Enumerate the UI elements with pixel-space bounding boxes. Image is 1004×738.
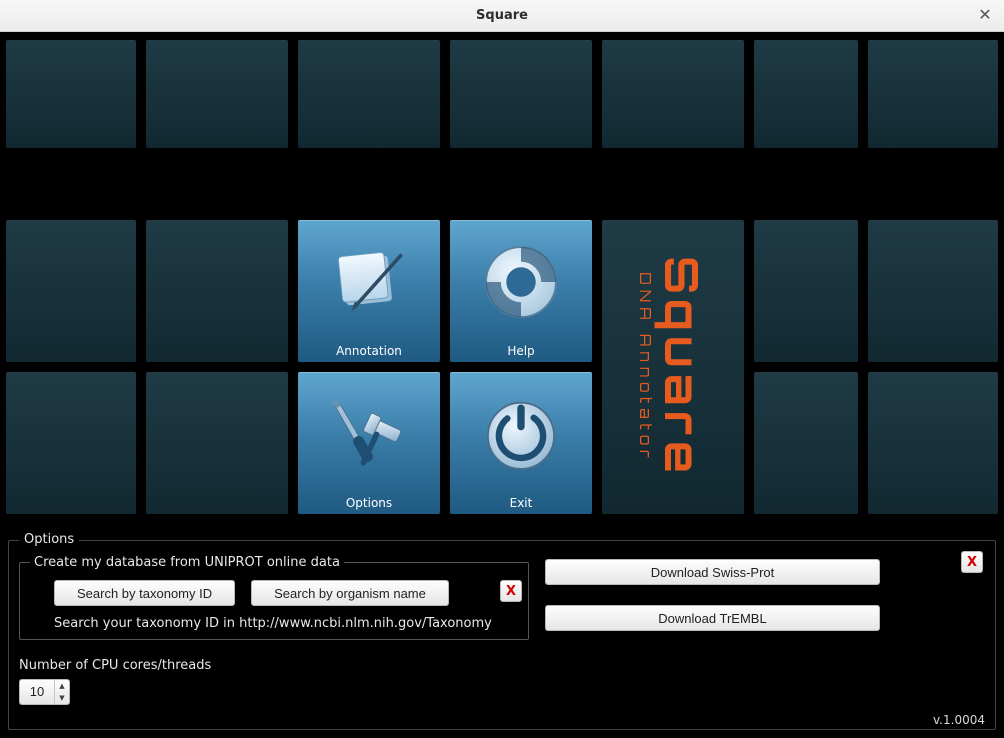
power-icon (475, 372, 567, 496)
main-content: Annotation Help (0, 32, 1004, 738)
lifebuoy-icon (475, 220, 567, 344)
tile (868, 220, 998, 362)
window-close-button[interactable]: ✕ (976, 7, 994, 25)
options-label: Options (346, 496, 392, 510)
search-taxonomy-button[interactable]: Search by taxonomy ID (54, 580, 235, 606)
download-column: Download Swiss-Prot Download TrEMBL (545, 559, 880, 651)
tile (6, 40, 136, 148)
tile (6, 372, 136, 514)
exit-button[interactable]: Exit (450, 372, 592, 514)
tile (868, 372, 998, 514)
tile (602, 40, 744, 148)
tile (754, 40, 858, 148)
tools-icon (323, 372, 415, 496)
threads-up-button[interactable]: ▲ (55, 680, 69, 692)
annotation-label: Annotation (336, 344, 402, 358)
exit-label: Exit (510, 496, 533, 510)
tile (6, 220, 136, 362)
logo-title: Square (653, 256, 711, 479)
threads-spinbox[interactable]: ▲ ▼ (19, 679, 70, 705)
tile (298, 40, 440, 148)
threads-down-button[interactable]: ▼ (55, 692, 69, 704)
help-label: Help (507, 344, 534, 358)
tile (146, 40, 288, 148)
download-swissprot-button[interactable]: Download Swiss-Prot (545, 559, 880, 585)
tile (450, 40, 592, 148)
tile-grid: Annotation Help (6, 40, 998, 514)
search-organism-button[interactable]: Search by organism name (251, 580, 449, 606)
threads-row: Number of CPU cores/threads ▲ ▼ (19, 658, 985, 705)
logo-tile: Square DNA Annotator (602, 220, 744, 514)
tile (754, 372, 858, 514)
options-legend: Options (19, 532, 79, 547)
tile (754, 220, 858, 362)
tile (868, 40, 998, 148)
threads-label: Number of CPU cores/threads (19, 658, 985, 673)
options-panel: Options X Create my database from UNIPRO… (8, 540, 996, 730)
annotation-button[interactable]: Annotation (298, 220, 440, 362)
window-title: Square (476, 8, 528, 23)
help-button[interactable]: Help (450, 220, 592, 362)
create-db-legend: Create my database from UNIPROT online d… (30, 555, 344, 570)
create-db-close-button[interactable]: X (500, 580, 522, 602)
annotation-icon (325, 220, 413, 344)
taxonomy-hint: Search your taxonomy ID in http://www.nc… (54, 616, 518, 631)
download-trembl-button[interactable]: Download TrEMBL (545, 605, 880, 631)
create-db-fieldset: Create my database from UNIPROT online d… (19, 555, 529, 640)
tile (146, 372, 288, 514)
options-close-button[interactable]: X (961, 551, 983, 573)
titlebar: Square ✕ (0, 0, 1004, 32)
threads-input[interactable] (20, 680, 54, 704)
logo-subtitle: DNA Annotator (636, 256, 655, 479)
options-button[interactable]: Options (298, 372, 440, 514)
version-label: v.1.0004 (933, 713, 985, 727)
tile (146, 220, 288, 362)
